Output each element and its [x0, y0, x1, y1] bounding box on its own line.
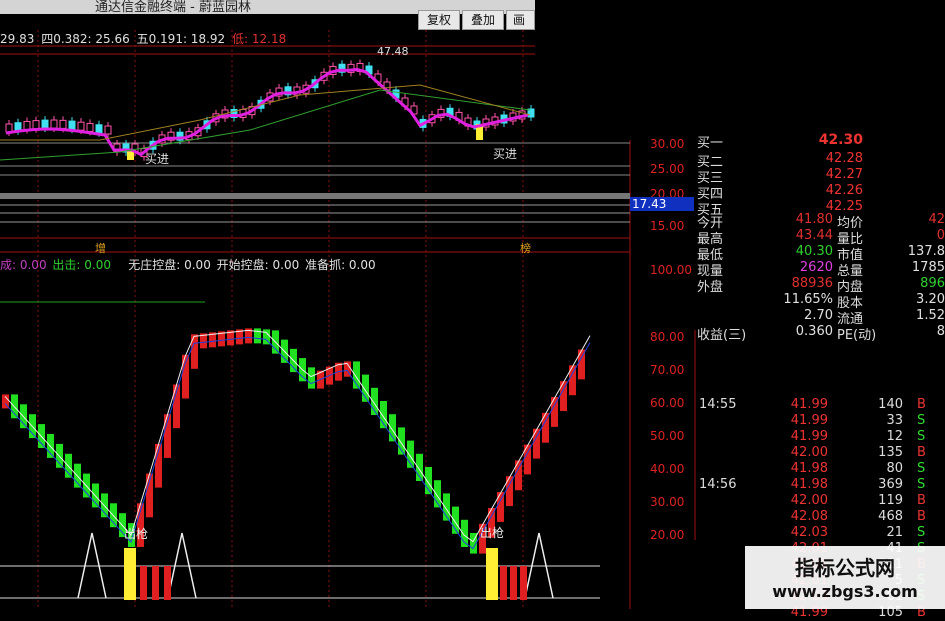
signal-label-2: 出枪	[480, 526, 505, 540]
high-price-label: 47.48	[377, 45, 409, 58]
quote-panel: 买一 42.30 买二 42.28 买三 42.27 买四 42.26 买五 42.25 …	[695, 132, 945, 620]
bid-row: 买二 42.28	[697, 151, 863, 170]
quote-stat-row: 2.70 流通 1.52	[804, 308, 945, 327]
osc-axis-label: 20.00	[650, 528, 685, 542]
signal-bar	[152, 566, 159, 600]
price-axis-label: 30.00	[650, 137, 685, 151]
indicator-value: 无庄控盘: 0.00	[128, 258, 211, 272]
osc-axis-label: 70.00	[650, 363, 685, 377]
candle-body	[32, 120, 40, 130]
level-band	[0, 193, 630, 199]
signal-bar	[520, 566, 527, 600]
buy-signal-label-1: 买进	[145, 152, 170, 166]
bid-row: 买三 42.27	[697, 167, 863, 186]
current-price-tag: 17.43	[630, 197, 694, 211]
tick-row: 42.03 21 S	[790, 525, 926, 540]
signal-bar	[164, 566, 171, 600]
watermark: 指标公式网 www.zbgs3.com	[745, 546, 945, 609]
signal-bar	[140, 566, 147, 600]
tick-row: 42.00 135 B	[790, 445, 926, 460]
osc-axis-label: 40.00	[650, 462, 685, 476]
candle-body	[68, 120, 76, 130]
indicator-value-bar: 成: 0.00 出击: 0.00 无庄控盘: 0.00 开始控盘: 0.00 准…	[0, 256, 378, 273]
candle-body	[23, 121, 31, 131]
indicator-value: 准备抓: 0.00	[305, 258, 376, 272]
watermark-url: www.zbgs3.com	[772, 582, 918, 601]
quote-stat-row: 收益(三) 0.360 PE(动) 8	[697, 324, 945, 343]
signal-bar	[486, 548, 498, 600]
candle-body	[95, 124, 103, 134]
quote-stat-row: 最低 40.30 市值 137.8	[697, 244, 945, 263]
tick-row: 41.99 33 S	[790, 413, 926, 428]
signal-bar	[124, 548, 136, 600]
period-marker: 增	[95, 242, 106, 255]
osc-axis-label: 50.00	[650, 429, 685, 443]
tick-row: 42.00 119 B	[790, 493, 926, 508]
buy-signal-label-2: 买进	[493, 147, 518, 161]
buy-candle	[127, 151, 134, 160]
osc-axis-label: 30.00	[650, 495, 685, 509]
quote-stat-row: 外盘 88936 内盘 896	[697, 276, 945, 295]
signal-bar	[500, 566, 507, 600]
indicator-value: 成: 0.00	[0, 258, 47, 272]
candle-body	[50, 119, 58, 129]
candle-body	[41, 119, 49, 129]
osc-axis-label: 80.00	[650, 330, 685, 344]
bid-row: 买四 42.26	[697, 183, 863, 202]
quote-stat-row: 11.65% 股本 3.20	[783, 292, 945, 311]
period-marker-right: 榜	[520, 242, 531, 255]
signal-bar	[510, 566, 517, 600]
signal-label-1: 出枪	[124, 527, 149, 541]
tick-row: 41.99 12 S	[790, 429, 926, 444]
candle-body	[59, 119, 67, 129]
osc-bar	[308, 367, 315, 389]
oscillator-chart	[2, 328, 591, 554]
price-axis-label: 25.00	[650, 162, 685, 176]
tick-row: 41.98 80 S	[790, 461, 926, 476]
quote-stat-row: 最高 43.44 量比 0	[697, 228, 945, 247]
osc-bar	[182, 354, 189, 399]
bid-row: 买一 42.30	[697, 132, 863, 151]
osc-axis-label: 60.00	[650, 396, 685, 410]
price-axis-label: 15.00	[650, 219, 685, 233]
watermark-title: 指标公式网	[795, 556, 895, 580]
osc-bar	[191, 334, 198, 369]
quote-stat-row: 今开 41.80 均价 42	[697, 212, 945, 231]
osc-bar	[254, 328, 261, 344]
quote-stat-row: 现量 2620 总量 1785	[697, 260, 945, 279]
candle-body	[14, 122, 22, 132]
candle-body	[104, 125, 112, 135]
indicator-value: 出击: 0.00	[52, 258, 111, 272]
tick-row: 14:56 41.98 369 S	[699, 477, 926, 492]
candle-body	[77, 121, 85, 131]
tick-row: 42.08 468 B	[790, 509, 926, 524]
candlestick-chart	[0, 59, 535, 161]
indicator-value: 开始控盘: 0.00	[216, 258, 300, 272]
volume-axis-label: 100.00	[650, 263, 692, 277]
tick-row: 14:55 41.99 140 B	[699, 397, 926, 412]
candle-body	[86, 122, 94, 132]
